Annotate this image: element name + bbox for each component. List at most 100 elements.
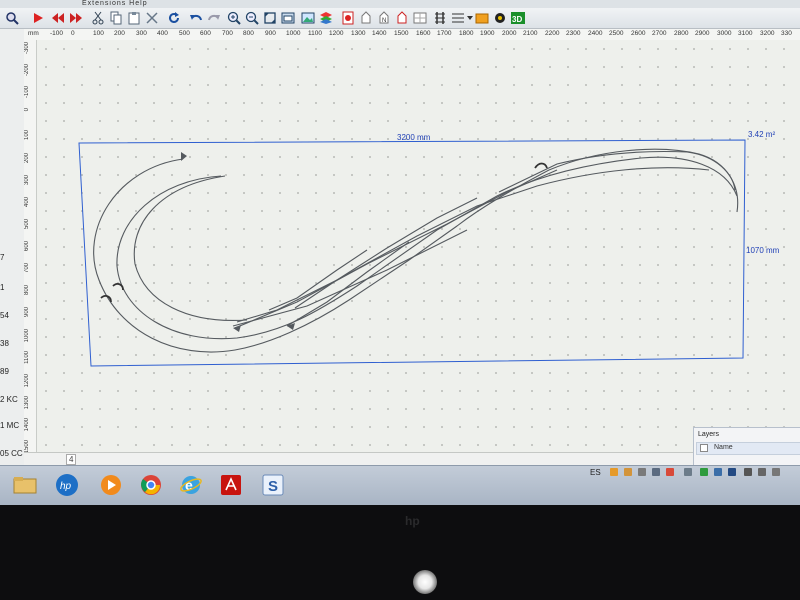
tray-network-icon[interactable]: [684, 468, 692, 476]
zoom-out-icon[interactable]: [244, 10, 260, 26]
ruler-tick-label: 1100: [308, 30, 322, 37]
layers-panel: Layers Name: [693, 427, 800, 467]
track-layout[interactable]: [37, 40, 800, 463]
rotate-icon[interactable]: [166, 10, 182, 26]
copy-icon[interactable]: [108, 10, 124, 26]
ruler-tick-label: 1800: [459, 30, 474, 37]
layers-name-column[interactable]: Name: [714, 444, 733, 451]
ruler-tick-label: 1300: [24, 396, 30, 410]
ruler-tick-label: 600: [200, 30, 211, 37]
ruler-tick-label: 0: [24, 108, 30, 112]
ruler-tick-label: 600: [24, 241, 30, 252]
tray-power-icon[interactable]: [758, 468, 766, 476]
layout-canvas[interactable]: 3200 mm 3.42 m² 1070 mm: [37, 40, 800, 463]
ruler-tick-label: 2100: [523, 30, 538, 37]
layers-select-checkbox[interactable]: [700, 444, 708, 452]
tray-chrome-icon[interactable]: [666, 468, 674, 476]
media-player-icon[interactable]: [94, 470, 128, 500]
image-icon[interactable]: [300, 10, 316, 26]
track-icon[interactable]: [432, 10, 448, 26]
3d-icon[interactable]: 3D: [510, 10, 526, 26]
ruler-tick-label: 800: [24, 285, 30, 296]
ruler-tick-label: 1200: [24, 374, 30, 388]
ruler-tick-label: -100: [50, 30, 64, 37]
tray-app-icon[interactable]: [638, 468, 646, 476]
tray-language[interactable]: ES: [590, 468, 601, 477]
ruler-tick-label: 900: [265, 30, 276, 37]
board-height-label: 1070 mm: [746, 246, 780, 255]
marker-icon[interactable]: [394, 10, 410, 26]
box-icon[interactable]: [474, 10, 490, 26]
ruler-tick-label: 700: [24, 263, 30, 274]
left-panel-number: 89: [0, 367, 9, 376]
tray-notes-icon[interactable]: [610, 468, 618, 476]
tray-display-icon[interactable]: [728, 468, 736, 476]
note-icon[interactable]: [358, 10, 374, 26]
tray-monitor-icon[interactable]: [714, 468, 722, 476]
toolbar: N 3D: [0, 8, 800, 29]
layers-title: Layers: [698, 431, 720, 438]
fit-icon[interactable]: [262, 10, 278, 26]
ruler-tick-label: 1100: [24, 351, 30, 364]
ruler-tick-label: 2500: [609, 30, 624, 37]
svg-text:S: S: [268, 478, 278, 495]
ruler-tick-label: 500: [24, 219, 30, 230]
svg-text:hp: hp: [60, 481, 72, 492]
ruler-tick-label: 2300: [566, 30, 581, 37]
ruler-tick-label: 1500: [394, 30, 409, 37]
grid-icon[interactable]: [412, 10, 428, 26]
ruler-tick-label: 2600: [631, 30, 646, 37]
ruler-tick-label: 2800: [674, 30, 689, 37]
monitor-bezel: hp: [0, 505, 800, 600]
layers-header: [696, 442, 800, 455]
signal-icon[interactable]: [340, 10, 356, 26]
ruler-tick-label: mm: [28, 30, 39, 37]
ruler-tick-label: 3100: [738, 30, 753, 37]
ruler-tick-label: 1400: [372, 30, 387, 37]
menu-bar-text[interactable]: Extensions Help: [82, 0, 148, 7]
window-icon[interactable]: [280, 10, 296, 26]
fast-forward-icon[interactable]: [68, 10, 84, 26]
tray-status-icon[interactable]: [700, 468, 708, 476]
ruler-tick-label: 1000: [286, 30, 301, 37]
undo-icon[interactable]: [188, 10, 204, 26]
ruler-tick-label: 2900: [695, 30, 710, 37]
ruler-tick-label: 2700: [652, 30, 667, 37]
file-explorer-icon[interactable]: [8, 470, 42, 500]
tray-folder-icon[interactable]: [624, 468, 632, 476]
train-icon[interactable]: [492, 10, 508, 26]
ruler-tick-label: 300: [24, 175, 30, 186]
cut-icon[interactable]: [90, 10, 106, 26]
zoom-icon[interactable]: [4, 10, 20, 26]
status-page-field[interactable]: 4: [66, 454, 77, 465]
ruler-tick-label: 1400: [24, 418, 30, 432]
redo-icon[interactable]: [206, 10, 222, 26]
paste-icon[interactable]: [126, 10, 142, 26]
chrome-icon[interactable]: [134, 470, 168, 500]
play-icon[interactable]: [30, 10, 46, 26]
tray-shield-icon[interactable]: [652, 468, 660, 476]
rewind-icon[interactable]: [50, 10, 66, 26]
tag-icon[interactable]: N: [376, 10, 392, 26]
tray-signal-icon[interactable]: [744, 468, 752, 476]
internet-explorer-icon[interactable]: e: [174, 470, 208, 500]
ruler-tick-label: 2400: [588, 30, 603, 37]
ruler-tick-label: -100: [24, 86, 30, 99]
zoom-in-icon[interactable]: [226, 10, 242, 26]
ruler-tick-label: 100: [24, 130, 30, 141]
left-panel: 7 1 54 38 89 2 KC 1 MC 05 CC: [0, 29, 25, 465]
taskbar: hp e S ES: [0, 465, 800, 505]
skype-icon[interactable]: S: [256, 470, 290, 500]
track-bumpers: [100, 162, 548, 303]
menu-bar: Extensions Help: [0, 0, 800, 8]
layers-icon[interactable]: [318, 10, 334, 26]
tray-volume-icon[interactable]: [772, 468, 780, 476]
board-area-label: 3.42 m²: [748, 130, 776, 139]
left-panel-number: 05 CC: [0, 449, 23, 458]
acrobat-icon[interactable]: [214, 470, 248, 500]
hp-icon[interactable]: hp: [50, 470, 84, 500]
ruler-tick-label: 800: [243, 30, 254, 37]
power-button-icon[interactable]: [413, 570, 437, 594]
delete-icon[interactable]: [144, 10, 160, 26]
left-panel-number: 1: [0, 283, 5, 292]
